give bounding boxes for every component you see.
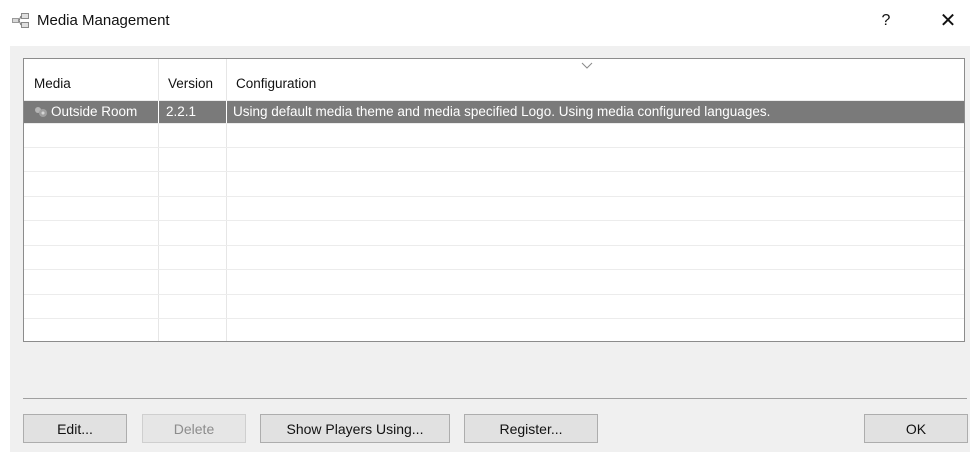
title-bar: Media Management ? ✕ — [0, 0, 974, 44]
grid-line — [24, 269, 964, 270]
media-management-icon — [12, 13, 29, 28]
column-header-version[interactable]: Version — [158, 59, 226, 100]
cell-media: Outside Room — [51, 104, 138, 119]
media-item-icon — [35, 107, 47, 117]
sort-chevron-icon — [581, 62, 593, 69]
grid-line — [24, 294, 964, 295]
button-divider — [23, 398, 967, 399]
column-header-configuration[interactable]: Configuration — [226, 59, 964, 100]
edit-button[interactable]: Edit... — [23, 414, 127, 443]
grid-line — [24, 318, 964, 319]
close-button[interactable]: ✕ — [934, 8, 962, 34]
dialog-body: Media Version Configuration Outside Room… — [10, 46, 970, 452]
delete-button[interactable]: Delete — [142, 414, 246, 443]
ok-button[interactable]: OK — [864, 414, 968, 443]
grid-line — [24, 123, 964, 124]
register-button[interactable]: Register... — [464, 414, 598, 443]
grid-line — [24, 147, 964, 148]
grid-line — [24, 245, 964, 246]
cell-divider — [158, 101, 159, 123]
cell-configuration: Using default media theme and media spec… — [233, 104, 771, 119]
show-players-using-button[interactable]: Show Players Using... — [260, 414, 450, 443]
media-list[interactable]: Media Version Configuration Outside Room… — [23, 58, 965, 342]
window-title: Media Management — [37, 12, 170, 29]
grid-line — [24, 220, 964, 221]
cell-version: 2.2.1 — [166, 104, 197, 119]
grid-line — [24, 196, 964, 197]
column-header-media[interactable]: Media — [24, 59, 158, 100]
grid-line — [24, 171, 964, 172]
cell-divider — [226, 101, 227, 123]
help-button[interactable]: ? — [872, 8, 900, 34]
